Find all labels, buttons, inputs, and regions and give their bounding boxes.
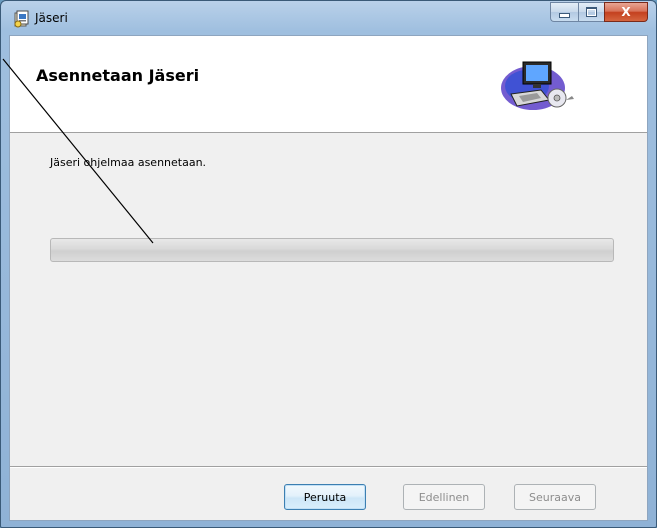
cancel-button[interactable]: Peruuta (284, 484, 366, 510)
maximize-icon (586, 7, 597, 17)
window-title: Jäseri (35, 11, 68, 25)
title-bar[interactable]: Jäseri X (1, 1, 656, 35)
close-icon: X (621, 5, 631, 19)
next-button[interactable]: Seuraava (514, 484, 596, 510)
page-title: Asennetaan Jäseri (36, 66, 200, 85)
minimize-button[interactable] (550, 2, 578, 22)
footer-separator (10, 466, 647, 468)
back-button[interactable]: Edellinen (403, 484, 485, 510)
installer-package-icon (14, 10, 29, 28)
header-banner: Asennetaan Jäseri (10, 36, 647, 133)
dialog-client-area: Asennetaan Jäseri Jäseri ohjelmaa asenne… (9, 35, 648, 521)
minimize-icon (559, 13, 570, 18)
maximize-button[interactable] (578, 2, 604, 22)
caption-buttons: X (550, 2, 648, 24)
close-button[interactable]: X (604, 2, 648, 22)
computer-setup-icon (501, 61, 574, 110)
installer-window: Jäseri X Asennetaan Jäseri Jäseri ohjelm… (0, 0, 657, 528)
status-text: Jäseri ohjelmaa asennetaan. (50, 156, 207, 169)
install-progress-bar (50, 238, 614, 262)
